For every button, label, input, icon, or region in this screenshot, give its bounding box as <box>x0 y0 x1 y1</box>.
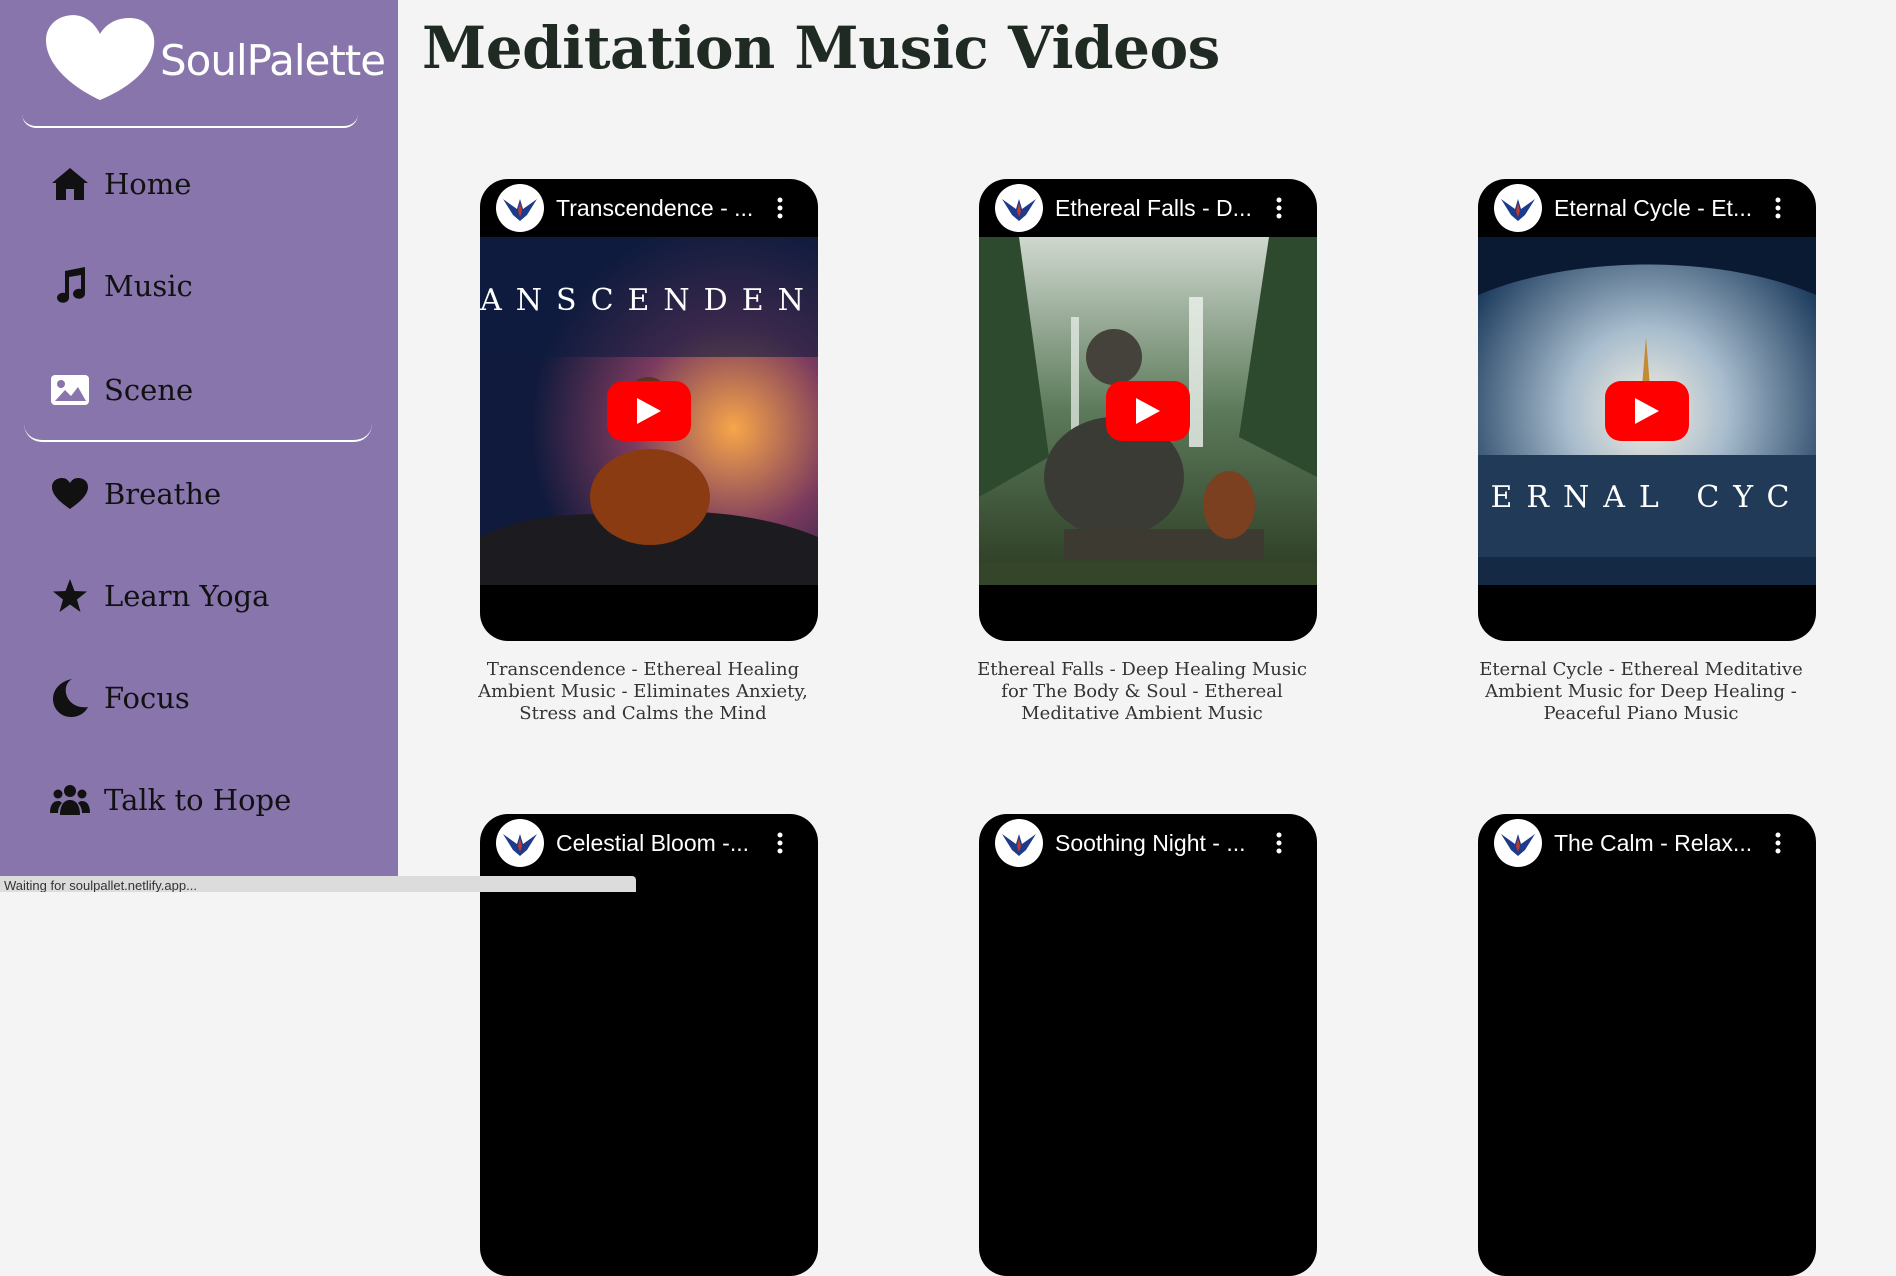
page-title: Meditation Music Videos <box>422 14 1220 82</box>
nav-label: Scene <box>104 373 194 407</box>
users-icon <box>50 780 90 820</box>
video-overlay-text: ANSCENDEN <box>480 283 818 318</box>
video-player-5[interactable]: Soothing Night - ... <box>979 814 1317 1276</box>
music-note-icon <box>50 266 90 306</box>
image-icon <box>50 370 90 410</box>
play-icon <box>637 398 661 424</box>
nav-item-music[interactable]: Music <box>50 262 370 310</box>
caption-line: Eternal Cycle - Ethereal Meditative <box>1479 659 1803 680</box>
nav-label: Home <box>104 167 192 201</box>
caption-line: Ethereal Falls - Deep Healing Music <box>977 659 1307 680</box>
moon-icon <box>50 678 90 718</box>
play-button[interactable] <box>1106 381 1190 441</box>
browser-status-bar: Waiting for soulpallet.netlify.app... <box>0 876 636 892</box>
heart-logo <box>46 15 155 100</box>
more-vertical-icon[interactable] <box>1768 828 1788 858</box>
nav-item-learn-yoga[interactable]: Learn Yoga <box>50 572 370 620</box>
play-icon <box>1635 398 1659 424</box>
nav-label: Breathe <box>104 477 222 511</box>
video-player-1[interactable]: ANSCENDEN Transcendence - ... <box>480 179 818 641</box>
video-player-3[interactable]: ERNAL CYC Eternal Cycle - Et... <box>1478 179 1816 641</box>
channel-avatar[interactable] <box>995 819 1043 867</box>
more-vertical-icon[interactable] <box>1269 193 1289 223</box>
video-player-6[interactable]: The Calm - Relax... <box>1478 814 1816 1276</box>
star-icon <box>50 576 90 616</box>
video-title[interactable]: The Calm - Relax... <box>1554 830 1754 857</box>
channel-avatar[interactable] <box>1494 184 1542 232</box>
more-vertical-icon[interactable] <box>1768 193 1788 223</box>
video-title[interactable]: Eternal Cycle - Et... <box>1554 195 1754 222</box>
play-button[interactable] <box>1605 381 1689 441</box>
video-top-bar: The Calm - Relax... <box>1478 814 1816 872</box>
video-title[interactable]: Celestial Bloom -... <box>556 830 756 857</box>
channel-avatar[interactable] <box>995 184 1043 232</box>
video-caption-3: Eternal Cycle - Ethereal Meditative Ambi… <box>1471 659 1811 725</box>
channel-avatar[interactable] <box>1494 819 1542 867</box>
caption-line: Stress and Calms the Mind <box>519 703 767 724</box>
video-title[interactable]: Transcendence - ... <box>556 195 756 222</box>
video-title[interactable]: Ethereal Falls - D... <box>1055 195 1255 222</box>
video-top-bar: Soothing Night - ... <box>979 814 1317 872</box>
nav-label: Talk to Hope <box>104 783 292 817</box>
nav-item-scene[interactable]: Scene <box>50 366 370 414</box>
caption-line: Meditative Ambient Music <box>1021 703 1263 724</box>
nav-label: Focus <box>104 681 190 715</box>
caption-line: Ambient Music - Eliminates Anxiety, <box>478 681 808 702</box>
more-vertical-icon[interactable] <box>1269 828 1289 858</box>
caption-line: Ambient Music for Deep Healing - <box>1485 681 1797 702</box>
video-top-bar: Eternal Cycle - Et... <box>1478 179 1816 237</box>
video-top-bar: Ethereal Falls - D... <box>979 179 1317 237</box>
video-overlay-text: ERNAL CYC <box>1490 480 1804 515</box>
more-vertical-icon[interactable] <box>770 193 790 223</box>
brand-divider <box>22 108 358 128</box>
nav-item-home[interactable]: Home <box>50 160 370 208</box>
video-top-bar: Celestial Bloom -... <box>480 814 818 872</box>
caption-line: Transcendence - Ethereal Healing <box>486 659 800 680</box>
active-nav-indicator <box>24 418 372 442</box>
brand[interactable]: SoulPalette <box>44 14 386 104</box>
play-button[interactable] <box>607 381 691 441</box>
brand-name: SoulPalette <box>160 36 386 85</box>
channel-avatar[interactable] <box>496 819 544 867</box>
video-player-2[interactable]: Ethereal Falls - D... <box>979 179 1317 641</box>
more-vertical-icon[interactable] <box>770 828 790 858</box>
nav-label: Learn Yoga <box>104 579 270 613</box>
nav-label: Music <box>104 269 193 303</box>
video-top-bar: Transcendence - ... <box>480 179 818 237</box>
video-caption-1: Transcendence - Ethereal Healing Ambient… <box>473 659 813 725</box>
caption-line: Peaceful Piano Music <box>1543 703 1739 724</box>
caption-line: for The Body & Soul - Ethereal <box>1001 681 1283 702</box>
sidebar: SoulPalette Home Music Scene Breathe Lea… <box>0 0 398 892</box>
video-title[interactable]: Soothing Night - ... <box>1055 830 1255 857</box>
nav-item-focus[interactable]: Focus <box>50 674 370 722</box>
channel-avatar[interactable] <box>496 184 544 232</box>
video-caption-2: Ethereal Falls - Deep Healing Music for … <box>972 659 1312 725</box>
nav-item-talk-to-hope[interactable]: Talk to Hope <box>50 776 370 824</box>
home-icon <box>50 164 90 204</box>
nav-item-breathe[interactable]: Breathe <box>50 470 370 518</box>
play-icon <box>1136 398 1160 424</box>
heart-icon <box>50 474 90 514</box>
